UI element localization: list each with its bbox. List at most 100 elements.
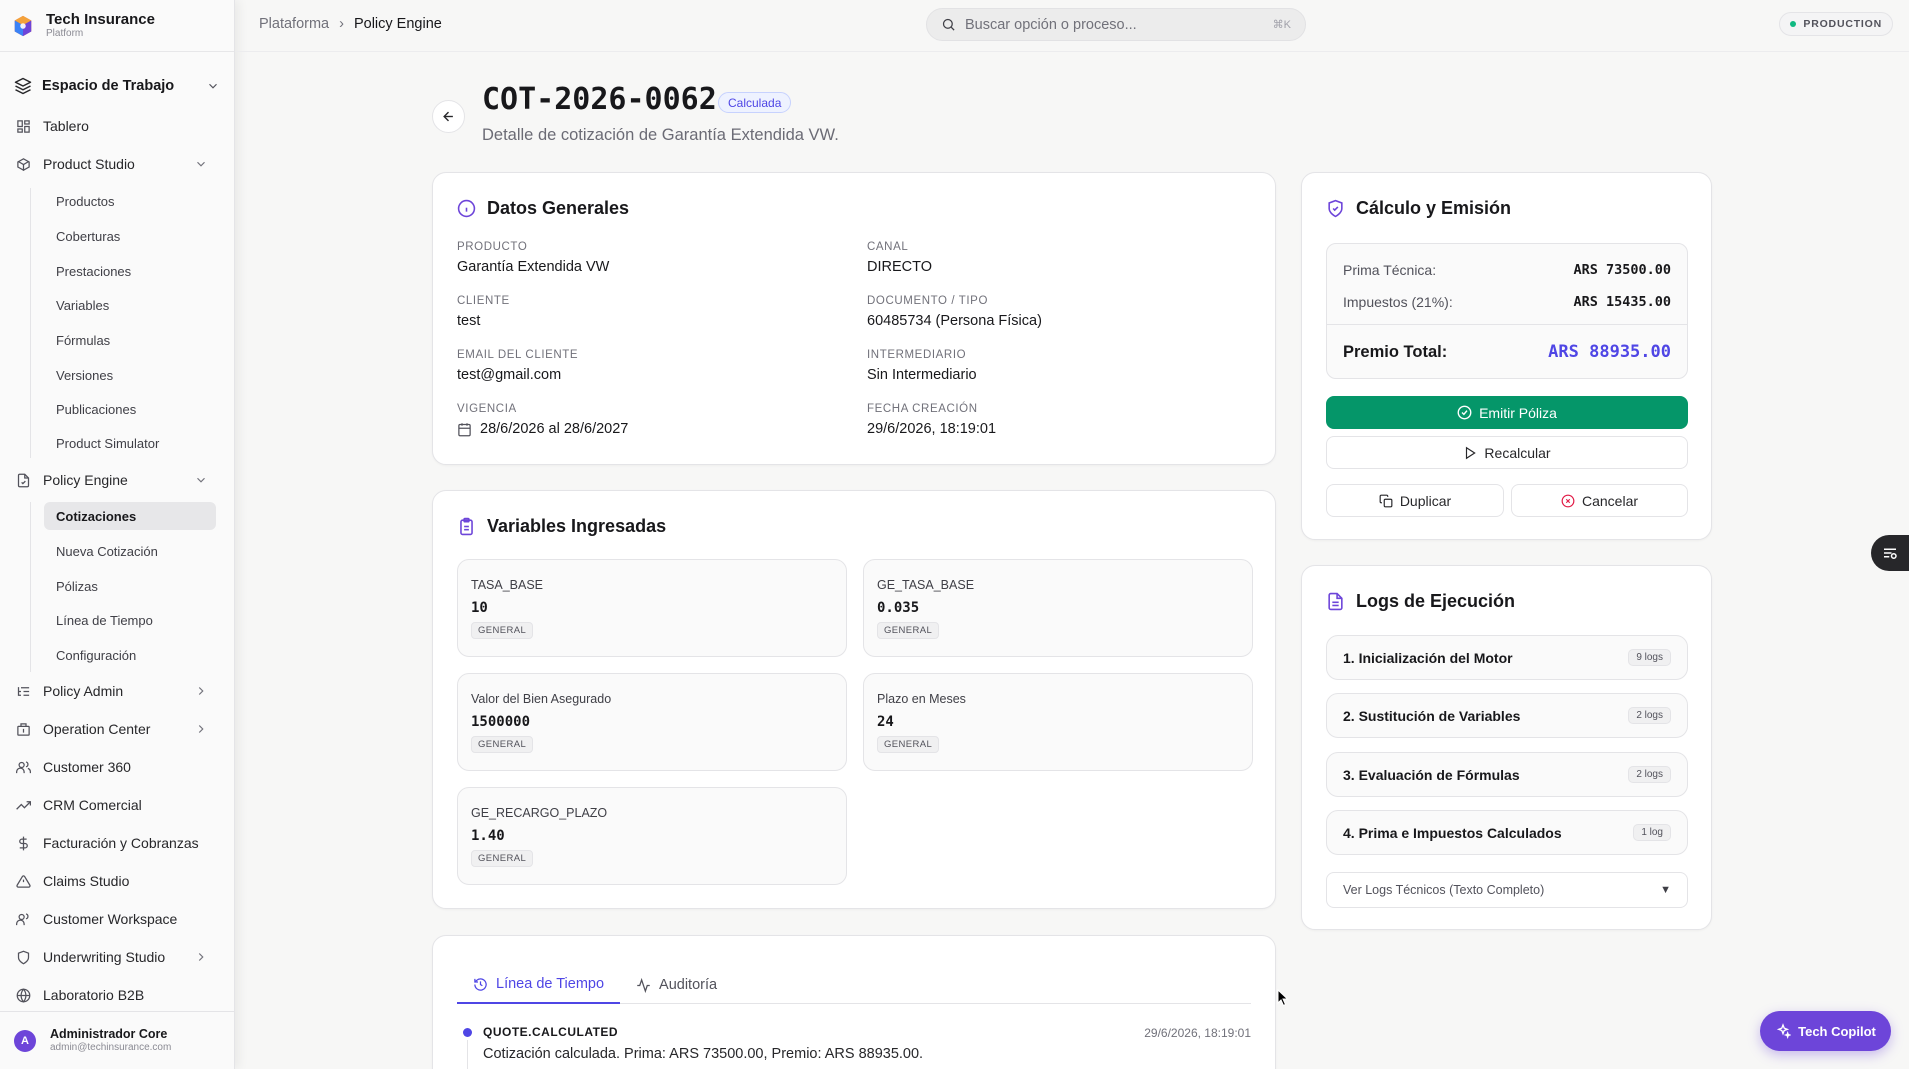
topbar: Plataforma › Policy Engine Buscar opción… [236,0,1909,52]
log-step[interactable]: 3. Evaluación de Fórmulas 2 logs [1326,752,1688,797]
sidebar-item-operation-center[interactable]: Operation Center [14,715,208,743]
sidebar-subitem-linea-de-tiempo[interactable]: Línea de Tiempo [44,606,216,634]
sidebar-subitem-nueva-cotizacion[interactable]: Nueva Cotización [44,537,216,565]
log-step[interactable]: 2. Sustitución de Variables 2 logs [1326,693,1688,738]
clipboard-icon [457,517,477,537]
button-label: Emitir Póliza [1479,404,1557,421]
sidebar-item-crm-comercial[interactable]: CRM Comercial [14,791,208,819]
copilot-label: Tech Copilot [1798,1023,1876,1039]
workspace-selector[interactable]: Espacio de Trabajo [0,70,234,102]
card-title: Cálculo y Emisión [1326,198,1511,219]
sidebar-subitem-variables[interactable]: Variables [44,291,216,319]
sidebar-item-product-studio[interactable]: Product Studio [14,150,208,178]
sidebar-item-label: Underwriting Studio [43,949,166,965]
log-step-label: 2. Sustitución de Variables [1343,707,1521,724]
technical-logs-toggle[interactable]: Ver Logs Técnicos (Texto Completo) ▼ [1326,872,1688,908]
calendar-icon [458,422,471,436]
variable-tag: GENERAL [471,736,534,753]
sidebar-subitem-versiones[interactable]: Versiones [44,361,216,389]
user-profile[interactable]: A Administrador Core admin@techinsurance… [0,1011,235,1069]
info-icon [457,199,477,219]
log-step[interactable]: 1. Inicialización del Motor 9 logs [1326,635,1688,680]
submenu-guide [30,502,31,672]
variable-tag: GENERAL [877,622,940,639]
cancel-button[interactable]: Cancelar [1511,484,1688,517]
page-title: COT-2026-0062 [482,82,717,117]
field-label: Cliente [457,295,510,307]
emit-policy-button[interactable]: Emitir Póliza [1326,396,1688,429]
mouse-cursor-icon [1277,989,1289,1007]
list-filter-icon [1884,548,1897,559]
tech-copilot-button[interactable]: Tech Copilot [1760,1011,1891,1051]
event-type: QUOTE.CALCULATED [483,1025,619,1039]
sidebar-subitem-polizas[interactable]: Pólizas [44,572,216,600]
sidebar-item-customer-workspace[interactable]: Customer Workspace [14,905,208,933]
tax-label: Impuestos (21%): [1343,294,1453,310]
users-icon [14,910,32,928]
sidebar-item-tablero[interactable]: Tablero [14,112,208,140]
chevron-right-icon [198,725,204,733]
back-button[interactable] [432,100,465,133]
sidebar-subitem-coberturas[interactable]: Coberturas [44,222,216,250]
sidebar-subitem-formulas[interactable]: Fórmulas [44,326,216,354]
button-label: Cancelar [1581,492,1639,509]
sidebar-item-claims-studio[interactable]: Claims Studio [14,867,208,895]
sidebar-item-label: Tablero [43,118,89,134]
sidebar-item-policy-admin[interactable]: Policy Admin [14,677,208,705]
submenu-guide [30,188,31,458]
sidebar-item-laboratorio-b2b[interactable]: Laboratorio B2B [14,981,208,1009]
sidebar-item-customer-360[interactable]: Customer 360 [14,753,208,781]
status-dot [1790,21,1797,27]
field-documento: Documento / Tipo 60485734 (Persona Físic… [867,295,1042,329]
event-description: Cotización calculada. Prima: ARS 73500.0… [483,1046,924,1062]
field-label: Documento / Tipo [867,295,988,307]
sidebar-subitem-publicaciones[interactable]: Publicaciones [44,395,216,423]
environment-badge: PRODUCTION [1779,12,1893,36]
sidebar-item-policy-engine[interactable]: Policy Engine [14,466,208,494]
search-icon [942,18,955,31]
sidebar-subitem-productos[interactable]: Productos [44,187,216,215]
user-email: admin@techinsurance.com [50,1042,172,1053]
field-label: Email del Cliente [457,349,579,361]
workspace-label: Espacio de Trabajo [42,78,175,94]
button-label: Duplicar [1399,492,1452,509]
tab-linea-de-tiempo[interactable]: Línea de Tiempo [457,966,621,1004]
calc-summary: Prima Técnica: ARS 73500.00 Impuestos (2… [1326,243,1688,379]
field-intermediario: Intermediario Sin Intermediario [867,349,977,383]
log-step[interactable]: 4. Prima e Impuestos Calculados 1 log [1326,810,1688,855]
sidebar-item-underwriting-studio[interactable]: Underwriting Studio [14,943,208,971]
brand-logo-icon [14,15,32,36]
event-timestamp: 29/6/2026, 18:19:01 [1144,1026,1251,1040]
logs-card: Logs de Ejecución 1. Inicialización del … [1301,565,1712,930]
search-input[interactable]: Buscar opción o proceso... ⌘K [926,8,1306,41]
variables-card: Variables Ingresadas TASA_BASE 10 GENERA… [432,490,1276,909]
breadcrumb-root[interactable]: Plataforma [259,16,329,32]
total-label: Premio Total: [1343,342,1448,361]
card-title-text: Cálculo y Emisión [1356,198,1512,218]
globe-icon [14,986,32,1004]
users-icon [14,758,32,776]
tab-auditoria[interactable]: Auditoría [620,966,733,1004]
sidebar-subitem-prestaciones[interactable]: Prestaciones [44,257,216,285]
sidebar-item-facturacion[interactable]: Facturación y Cobranzas [14,829,208,857]
file-check-icon [14,471,32,489]
brand[interactable]: Tech Insurance Platform [0,0,234,52]
card-title: Variables Ingresadas [457,516,666,537]
chevron-down-icon [197,477,205,483]
side-panel-toggle[interactable] [1871,535,1909,571]
timeline-card: Línea de Tiempo Auditoría QUOTE.CALCULAT… [432,935,1276,1069]
variable-tag: GENERAL [471,622,534,639]
field-label: Producto [457,241,528,253]
search-placeholder: Buscar opción o proceso... [965,16,1137,33]
field-value: 28/6/2026 al 28/6/2027 [457,421,628,437]
sidebar-subitem-configuracion[interactable]: Configuración [44,641,216,669]
duplicate-button[interactable]: Duplicar [1326,484,1504,517]
sidebar-subitem-cotizaciones[interactable]: Cotizaciones [44,502,216,530]
tab-label: Línea de Tiempo [496,976,605,992]
sidebar-subitem-product-simulator[interactable]: Product Simulator [44,429,216,457]
chevron-right-icon [198,687,204,695]
field-email: Email del Cliente test@gmail.com [457,349,578,383]
recalculate-button[interactable]: Recalcular [1326,436,1688,469]
calc-card: Cálculo y Emisión Prima Técnica: ARS 735… [1301,172,1712,540]
brand-subtitle: Platform [46,28,84,39]
